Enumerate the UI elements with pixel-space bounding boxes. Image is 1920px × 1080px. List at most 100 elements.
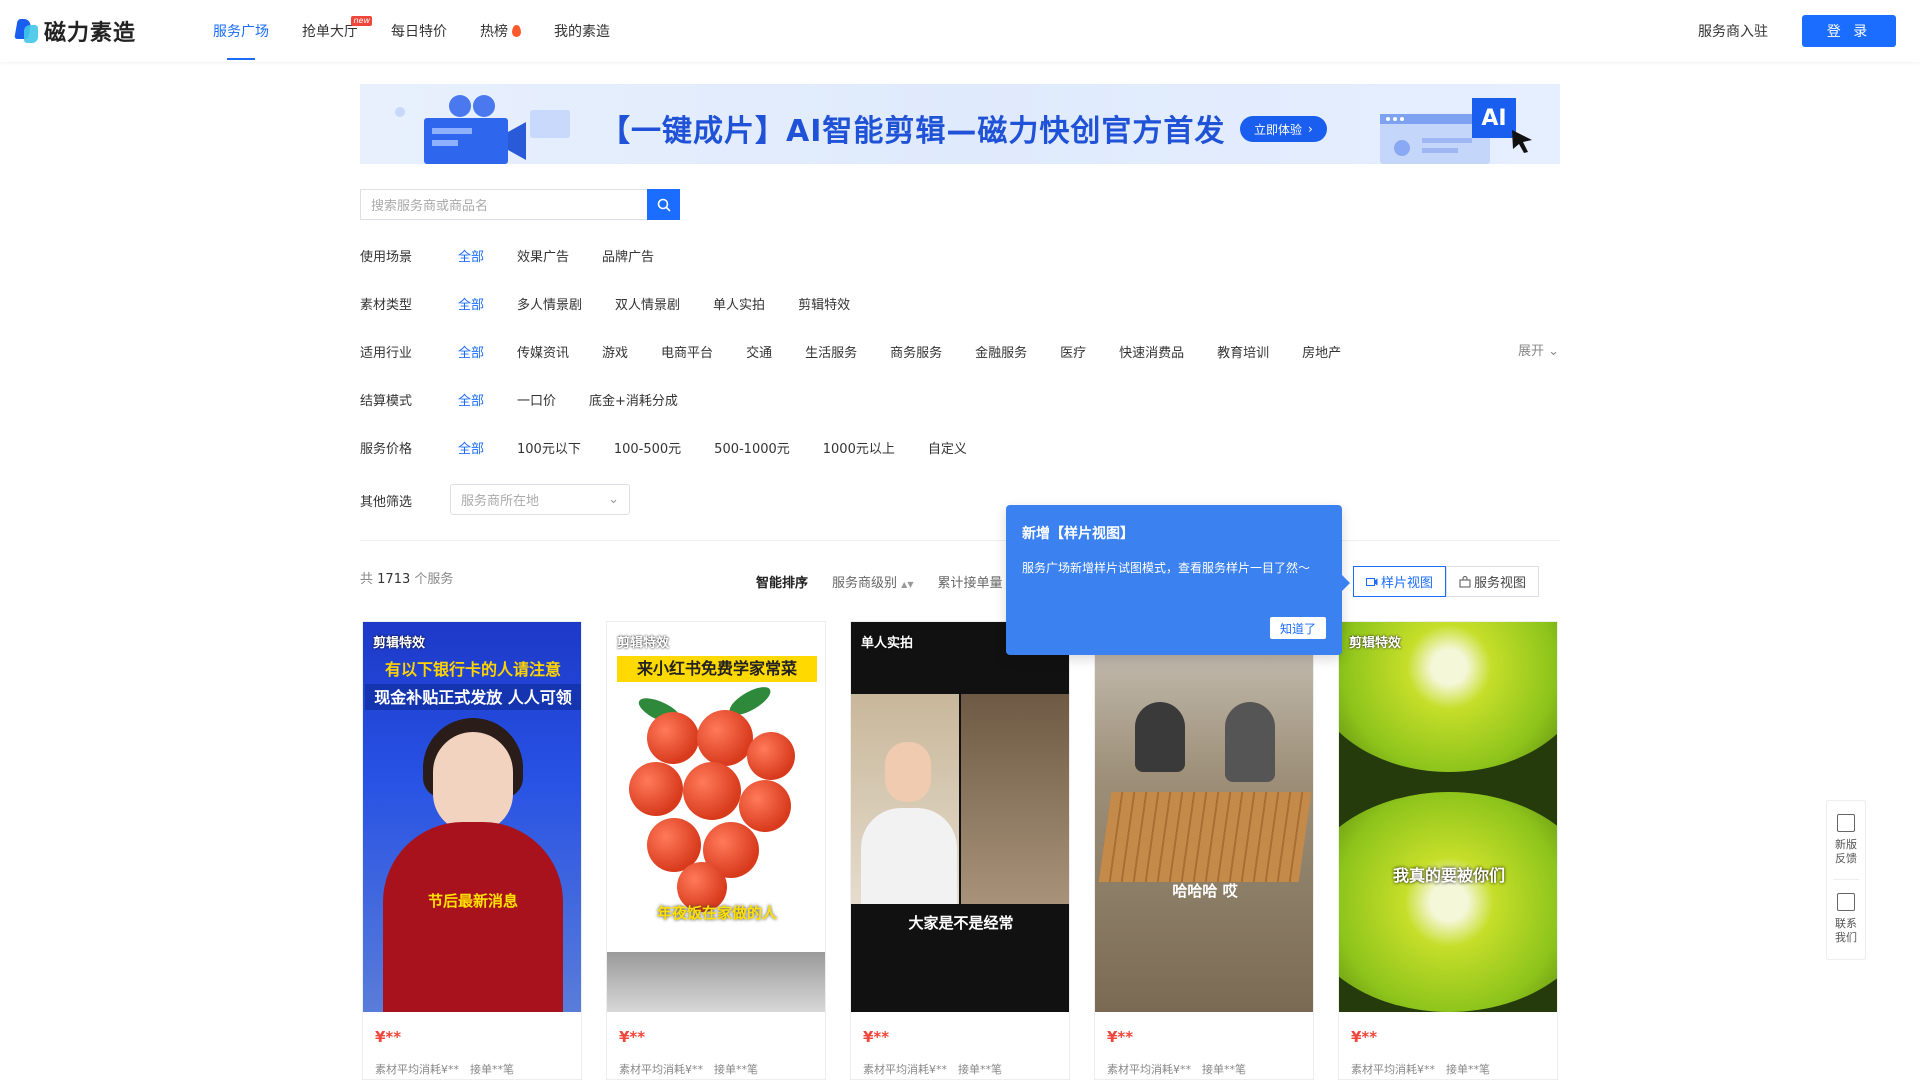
filter-label: 其他筛选 bbox=[360, 494, 413, 510]
video-editor-illustration bbox=[395, 95, 570, 164]
card-meta: 素材平均消耗¥** 接单**笔 bbox=[863, 1063, 1002, 1076]
filter-option[interactable]: 游戏 bbox=[602, 342, 628, 361]
berry-shape bbox=[683, 762, 741, 820]
card-thumbnail: 来小红书免费学家常菜 年夜饭在家做的人 剪辑特效 bbox=[607, 622, 825, 1012]
service-card[interactable]: 来小红书免费学家常菜 年夜饭在家做的人 剪辑特效 ¥** 素材平均消耗¥** 接… bbox=[606, 621, 826, 1080]
contact-button[interactable]: 联系我们 bbox=[1827, 880, 1865, 958]
chevron-down-icon: ⌄ bbox=[608, 492, 619, 507]
filter-option[interactable]: 电商平台 bbox=[661, 342, 713, 361]
filter-option[interactable]: 全部 bbox=[458, 246, 484, 265]
card-meta: 素材平均消耗¥** 接单**笔 bbox=[375, 1063, 514, 1076]
filter-option[interactable]: 一口价 bbox=[517, 390, 556, 409]
expand-label: 展开 bbox=[1518, 344, 1545, 359]
filter-option[interactable]: 商务服务 bbox=[890, 342, 942, 361]
search-input[interactable]: 搜索服务商或商品名 bbox=[360, 189, 648, 220]
sort-smart[interactable]: 智能排序 bbox=[756, 572, 808, 591]
sort-label: 服务商级别 bbox=[832, 576, 898, 591]
feedback-button[interactable]: 新版反馈 bbox=[1827, 801, 1865, 879]
feature-tip-popup: 新增【样片视图】 服务广场新增样片试图模式，查看服务样片一目了然～ 知道了 bbox=[1006, 505, 1350, 655]
filter-row-material: 素材类型 全部 多人情景剧 双人情景剧 单人实拍 剪辑特效 bbox=[360, 291, 883, 315]
nav-link-grab-orders[interactable]: 抢单大厅 new bbox=[302, 0, 372, 62]
service-card[interactable]: 大家是不是经常 单人实拍 ¥** 素材平均消耗¥** 接单**笔 bbox=[850, 621, 1070, 1080]
filter-option[interactable]: 教育培训 bbox=[1217, 342, 1269, 361]
location-select[interactable]: 服务商所在地 ⌄ bbox=[450, 484, 630, 515]
location-placeholder: 服务商所在地 bbox=[461, 494, 540, 509]
expand-toggle[interactable]: 展开 ⌄ bbox=[1518, 340, 1559, 359]
card-tag: 单人实拍 bbox=[861, 636, 914, 651]
card-thumbnail: 有以下银行卡的人请注意 现金补贴正式发放 人人可领 节后最新消息 剪辑特效 bbox=[363, 622, 581, 1012]
filter-option[interactable]: 100元以下 bbox=[517, 438, 581, 457]
sort-provider-level[interactable]: 服务商级别 ▲▼ bbox=[832, 572, 913, 591]
card-tag: 剪辑特效 bbox=[1349, 636, 1402, 651]
filter-option[interactable]: 金融服务 bbox=[975, 342, 1027, 361]
filter-option[interactable]: 全部 bbox=[458, 438, 484, 457]
nav-link-hot-list[interactable]: 热榜 bbox=[480, 0, 521, 62]
service-card[interactable]: 哈哈哈 哎 ¥** 素材平均消耗¥** 接单**笔 bbox=[1094, 621, 1314, 1080]
person-figure bbox=[1225, 702, 1275, 782]
filter-option[interactable]: 单人实拍 bbox=[713, 294, 765, 313]
banner-cta-label: 立即体验 bbox=[1254, 122, 1303, 137]
filter-option[interactable]: 医疗 bbox=[1060, 342, 1086, 361]
service-view-button[interactable]: 服务视图 bbox=[1446, 566, 1540, 597]
top-nav: 磁力素造 服务广场 抢单大厅 new 每日特价 热榜 我的素造 服务商入驻 登 录 bbox=[0, 0, 1920, 62]
filter-option[interactable]: 全部 bbox=[458, 342, 484, 361]
sort-bar: 智能排序 服务商级别 ▲▼ 累计接单量 bbox=[756, 572, 1027, 591]
filter-option[interactable]: 品牌广告 bbox=[602, 246, 654, 265]
nav-link-service-square[interactable]: 服务广场 bbox=[213, 0, 269, 62]
login-button[interactable]: 登 录 bbox=[1802, 15, 1896, 47]
promo-banner[interactable]: 【一键成片】AI智能剪辑—磁力快创官方首发 立即体验 › AI bbox=[360, 84, 1560, 164]
nav-link-my-suzao[interactable]: 我的素造 bbox=[554, 0, 610, 62]
filter-option[interactable]: 传媒资讯 bbox=[517, 342, 569, 361]
search-button[interactable] bbox=[647, 189, 680, 220]
berry-shape bbox=[697, 710, 753, 766]
nav-link-daily-deals[interactable]: 每日特价 bbox=[391, 0, 447, 62]
filter-option[interactable]: 双人情景剧 bbox=[615, 294, 680, 313]
filter-option[interactable]: 交通 bbox=[746, 342, 772, 361]
filter-option[interactable]: 房地产 bbox=[1302, 342, 1341, 361]
filter-option[interactable]: 多人情景剧 bbox=[517, 294, 582, 313]
filter-option[interactable]: 100-500元 bbox=[614, 438, 681, 457]
filter-label: 素材类型 bbox=[360, 297, 413, 313]
banner-cta-button[interactable]: 立即体验 › bbox=[1240, 116, 1327, 142]
card-tag: 剪辑特效 bbox=[373, 636, 426, 651]
anchor-figure bbox=[383, 822, 563, 1012]
card-meta: 素材平均消耗¥** 接单**笔 bbox=[1351, 1063, 1490, 1076]
filter-option[interactable]: 全部 bbox=[458, 294, 484, 313]
filter-option[interactable]: 自定义 bbox=[928, 438, 967, 457]
side-float-panel: 新版反馈 联系我们 bbox=[1826, 800, 1866, 960]
divider bbox=[360, 540, 1560, 541]
card-meta: 素材平均消耗¥** 接单**笔 bbox=[619, 1063, 758, 1076]
card-thumbnail: 哈哈哈 哎 bbox=[1095, 622, 1313, 1012]
filter-option[interactable]: 底金+消耗分成 bbox=[589, 390, 678, 409]
card-overlay-subtitle: 哈哈哈 哎 bbox=[1172, 882, 1238, 900]
filter-option[interactable]: 500-1000元 bbox=[714, 438, 790, 457]
berry-shape bbox=[629, 762, 683, 816]
person-figure bbox=[1135, 702, 1185, 772]
filter-option[interactable]: 快速消费品 bbox=[1119, 342, 1184, 361]
service-card[interactable]: 有以下银行卡的人请注意 现金补贴正式发放 人人可领 节后最新消息 剪辑特效 ¥*… bbox=[362, 621, 582, 1080]
search-icon bbox=[657, 198, 671, 212]
mail-icon bbox=[1837, 893, 1855, 911]
filter-option[interactable]: 剪辑特效 bbox=[798, 294, 850, 313]
filter-row-scene: 使用场景 全部 效果广告 品牌广告 bbox=[360, 243, 687, 267]
filter-option[interactable]: 效果广告 bbox=[517, 246, 569, 265]
nav-link-label: 热榜 bbox=[480, 24, 508, 40]
filter-option[interactable]: 1000元以上 bbox=[823, 438, 895, 457]
tip-dismiss-button[interactable]: 知道了 bbox=[1269, 617, 1326, 639]
card-overlay-subtitle: 我真的要被你们 bbox=[1392, 866, 1505, 885]
sample-view-button[interactable]: 样片视图 bbox=[1353, 566, 1447, 597]
nav-link-label: 抢单大厅 bbox=[302, 24, 358, 40]
sort-order-count[interactable]: 累计接单量 bbox=[937, 572, 1002, 591]
filter-label: 结算模式 bbox=[360, 393, 413, 409]
provider-settle-link[interactable]: 服务商入驻 bbox=[1698, 0, 1768, 62]
service-card[interactable]: 我真的要被你们 剪辑特效 ¥** 素材平均消耗¥** 接单**笔 bbox=[1338, 621, 1558, 1080]
banner-title: 【一键成片】AI智能剪辑—磁力快创官方首发 bbox=[600, 114, 1226, 149]
logo[interactable]: 磁力素造 bbox=[16, 18, 136, 46]
logo-icon bbox=[16, 19, 38, 43]
filter-row-price: 服务价格 全部 100元以下 100-500元 500-1000元 1000元以… bbox=[360, 435, 1000, 459]
berry-shape bbox=[739, 780, 791, 832]
nav-link-label: 服务广场 bbox=[213, 24, 269, 40]
filter-option[interactable]: 生活服务 bbox=[805, 342, 857, 361]
chevron-down-icon: ⌄ bbox=[1548, 344, 1560, 359]
filter-option[interactable]: 全部 bbox=[458, 390, 484, 409]
